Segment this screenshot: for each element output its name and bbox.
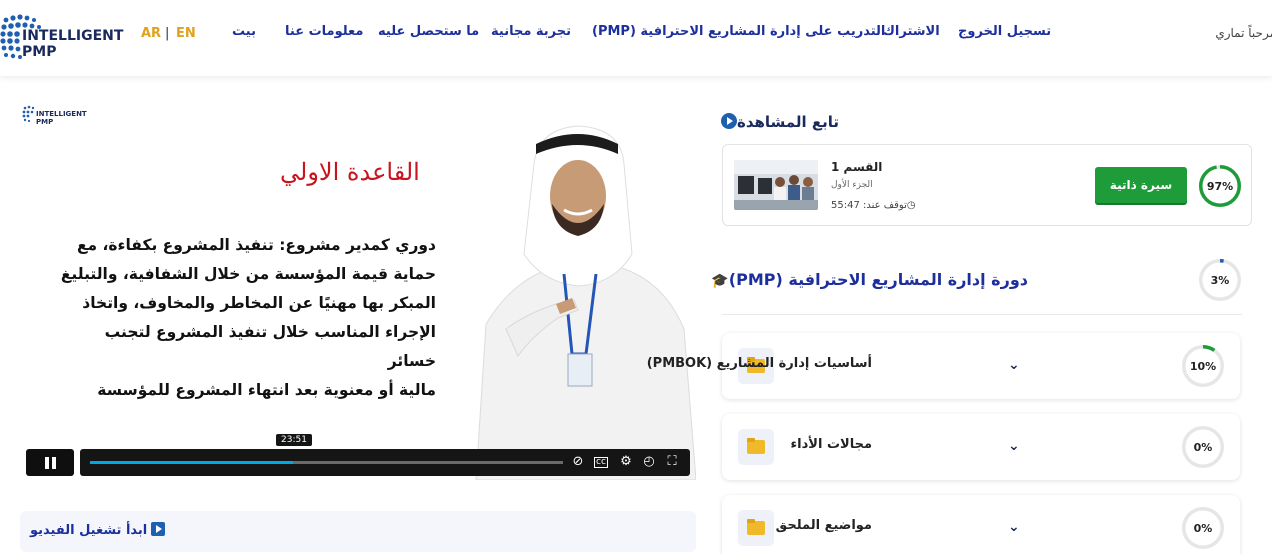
time-tooltip: 23:51 <box>276 434 312 446</box>
user-greeting: مرحباً تماري <box>1215 26 1272 40</box>
pause-button[interactable] <box>26 449 74 476</box>
module-progress-ring: 0% <box>1182 507 1224 549</box>
course-title-label: دورة إدارة المشاريع الاحترافية (PMP) <box>728 270 1028 289</box>
module-card[interactable]: مجالات الأداء ⌄ 0% <box>722 414 1240 480</box>
slide-line: حماية قيمة المؤسسة من خلال الشفافية، وال… <box>60 265 436 283</box>
section-subtitle: الجزء الأول <box>831 180 873 190</box>
slide-body: دوري كمدير مشروع: تنفيذ المشروع بكفاءة، … <box>60 231 436 405</box>
slide-line: دوري كمدير مشروع: تنفيذ المشروع بكفاءة، … <box>76 236 436 254</box>
chevron-down-icon[interactable]: ⌄ <box>1008 519 1020 535</box>
module-progress-label: 0% <box>1193 521 1213 535</box>
course-progress-ring: 3% <box>1199 259 1241 301</box>
nav-subscribe[interactable]: الاشتراك <box>883 24 940 39</box>
course-title: دورة إدارة المشاريع الاحترافية (PMP)🎓 <box>709 270 1028 289</box>
section-title: القسم 1 <box>831 160 883 174</box>
module-progress-label: 10% <box>1189 359 1217 373</box>
divider <box>722 314 1242 315</box>
nav-logout[interactable]: تسجيل الخروج <box>958 24 1051 39</box>
lang-en-link[interactable]: EN <box>176 26 196 41</box>
slide-line: الإجراء المناسب خلال تنفيذ المشروع لتجنب… <box>104 323 436 370</box>
clock-icon: ◷ <box>906 200 916 211</box>
video-logo: INTELLIGENT PMP <box>22 104 87 128</box>
module-title: أساسيات إدارة المشاريع (PMBOK) <box>646 356 872 371</box>
module-title: مجالات الأداء <box>790 437 872 452</box>
seek-bar-fill <box>90 461 294 464</box>
start-video-button[interactable]: ابدأ تشغيل الفيديو <box>30 522 166 538</box>
continue-watching-card[interactable]: القسم 1 الجزء الأول ◷توقف عند: 55:47 سير… <box>722 144 1252 226</box>
site-logo[interactable]: INTELLIGENT PMP <box>0 4 123 68</box>
nav-about[interactable]: معلومات عنا <box>285 24 363 39</box>
logo-line2: PMP <box>22 44 57 60</box>
course-progress-label: 3% <box>1210 273 1230 287</box>
nav-what-you-get[interactable]: ما ستحصل عليه <box>378 24 479 39</box>
video-controls: 23:51 ⊘ cc ⚙ ◴ ⛶ <box>26 434 690 476</box>
lesson-thumbnail[interactable] <box>734 160 818 210</box>
video-logo-line1: INTELLIGENT <box>36 110 87 118</box>
folder-icon <box>738 429 774 465</box>
slide-line: المبكر بها مهنيًا عن المخاطر والمخاوف، و… <box>82 294 436 312</box>
graduation-cap-icon: 🎓 <box>711 273 729 289</box>
play-icon <box>151 522 166 536</box>
presenter-image <box>475 125 696 480</box>
logo-text: INTELLIGENT PMP <box>22 28 123 60</box>
control-bar: 23:51 ⊘ cc ⚙ ◴ ⛶ <box>80 434 690 476</box>
start-video-label: ابدأ تشغيل الفيديو <box>30 523 148 538</box>
lang-ar-link[interactable]: AR <box>141 26 161 41</box>
slide-line: مالية أو معنوية بعد انتهاء المشروع للمؤس… <box>97 381 436 399</box>
stopped-at-label: توقف عند: 55:47 <box>831 200 907 211</box>
slide-title: القاعدة الاولي <box>280 158 420 186</box>
bio-button[interactable]: سيرة ذاتية <box>1095 167 1187 203</box>
seek-bar[interactable] <box>90 461 563 464</box>
module-progress-ring: 10% <box>1182 345 1224 387</box>
logo-line1: INTELLIGENT <box>22 28 124 44</box>
module-card[interactable]: أساسيات إدارة المشاريع (PMBOK) ⌄ 10% <box>647 333 1240 399</box>
fullscreen-icon[interactable]: ⛶ <box>665 455 679 469</box>
gear-icon[interactable]: ⚙ <box>619 455 633 469</box>
video-logo-line2: PMP <box>36 118 54 126</box>
captions-off-icon[interactable]: ⊘ <box>571 455 585 469</box>
video-player[interactable]: INTELLIGENT PMP القاعدة الاولي دوري كمدي… <box>20 96 696 480</box>
module-progress-ring: 0% <box>1182 426 1224 468</box>
nav-pmp-training[interactable]: التدريب على إدارة المشاريع الاحترافية (P… <box>592 24 885 39</box>
chevron-down-icon[interactable]: ⌄ <box>1008 438 1020 454</box>
top-navbar: INTELLIGENT PMP AR | EN بيت معلومات عنا … <box>0 0 1272 76</box>
nav-home[interactable]: بيت <box>232 24 256 39</box>
module-card[interactable]: مواضيع الملحق ⌄ 0% <box>722 495 1240 554</box>
watch-progress-label: 97% <box>1206 179 1234 193</box>
nav-free-trial[interactable]: تجربة مجانية <box>491 24 571 39</box>
chevron-down-icon[interactable]: ⌄ <box>1008 357 1020 373</box>
subtitles-icon[interactable]: cc <box>594 457 608 468</box>
start-video-bar[interactable]: ابدأ تشغيل الفيديو <box>20 511 696 552</box>
stopped-at-time: ◷توقف عند: 55:47 <box>831 200 916 211</box>
play-circle-icon <box>720 113 737 129</box>
continue-watching-label: تابع المشاهدة <box>736 113 839 131</box>
watch-progress-ring: 97% <box>1199 165 1241 207</box>
continue-watching-title: تابع المشاهدة <box>716 113 839 131</box>
lang-separator: | <box>165 26 170 41</box>
module-progress-label: 0% <box>1193 440 1213 454</box>
folder-icon <box>738 510 774 546</box>
speed-icon[interactable]: ◴ <box>642 455 656 469</box>
module-title: مواضيع الملحق <box>775 518 872 533</box>
